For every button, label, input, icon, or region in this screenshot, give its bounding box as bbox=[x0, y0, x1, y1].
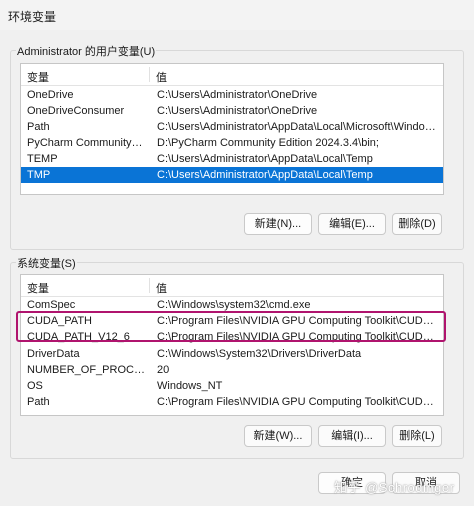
user-header-name[interactable]: 变量 bbox=[27, 69, 49, 85]
user-new-button[interactable]: 新建(N)... bbox=[244, 213, 312, 235]
table-row[interactable]: TEMP C:\Users\Administrator\AppData\Loca… bbox=[21, 151, 443, 167]
system-delete-button[interactable]: 删除(L) bbox=[392, 425, 442, 447]
row-value: C:\Windows\System32\Drivers\DriverData bbox=[157, 348, 362, 360]
table-row[interactable]: CUDA_PATH_V12_6 C:\Program Files\NVIDIA … bbox=[21, 329, 443, 345]
row-value: D:\PyCharm Community Edition 2024.3.4\bi… bbox=[157, 137, 379, 149]
table-row[interactable]: PyCharm Community Editi... D:\PyCharm Co… bbox=[21, 135, 443, 151]
row-value: C:\Users\Administrator\OneDrive bbox=[157, 89, 318, 101]
system-variables-list[interactable]: 变量 值 ComSpec C:\Windows\system32\cmd.exe… bbox=[20, 274, 444, 416]
row-value: Windows_NT bbox=[157, 380, 223, 392]
table-row[interactable]: CUDA_PATH C:\Program Files\NVIDIA GPU Co… bbox=[21, 313, 443, 329]
system-list-header: 变量 值 bbox=[21, 275, 443, 297]
system-variables-legend: 系统变量(S) bbox=[16, 255, 77, 271]
system-new-button[interactable]: 新建(W)... bbox=[244, 425, 312, 447]
system-edit-button[interactable]: 编辑(I)... bbox=[318, 425, 386, 447]
row-name: OneDrive bbox=[27, 89, 74, 101]
table-row[interactable]: ComSpec C:\Windows\system32\cmd.exe bbox=[21, 297, 443, 313]
table-row[interactable]: Path C:\Program Files\NVIDIA GPU Computi… bbox=[21, 394, 443, 410]
row-name: PyCharm Community Editi... bbox=[27, 137, 145, 149]
row-value: C:\Program Files\NVIDIA GPU Computing To… bbox=[157, 315, 439, 327]
table-row[interactable]: DriverData C:\Windows\System32\Drivers\D… bbox=[21, 346, 443, 362]
row-name: NUMBER_OF_PROCESSORS bbox=[27, 364, 145, 376]
table-row[interactable]: OS Windows_NT bbox=[21, 378, 443, 394]
user-edit-button[interactable]: 编辑(E)... bbox=[318, 213, 386, 235]
column-divider[interactable] bbox=[149, 67, 150, 82]
table-row-selected[interactable]: TMP C:\Users\Administrator\AppData\Local… bbox=[21, 167, 443, 183]
row-name: OneDriveConsumer bbox=[27, 105, 125, 117]
row-value: C:\Users\Administrator\AppData\Local\Tem… bbox=[157, 169, 373, 181]
row-name: OS bbox=[27, 380, 43, 392]
title-bar: 环境变量 bbox=[0, 0, 474, 30]
user-list-header: 变量 值 bbox=[21, 64, 443, 86]
table-row[interactable]: Path C:\Users\Administrator\AppData\Loca… bbox=[21, 119, 443, 135]
row-name: TMP bbox=[27, 169, 51, 181]
row-value: C:\Windows\system32\cmd.exe bbox=[157, 299, 311, 311]
watermark: 知乎 @Schrodinger bbox=[334, 480, 455, 495]
row-value: C:\Users\Administrator\AppData\Local\Tem… bbox=[157, 153, 373, 165]
user-variables-list[interactable]: 变量 值 OneDrive C:\Users\Administrator\One… bbox=[20, 63, 444, 195]
row-value: C:\Users\Administrator\OneDrive bbox=[157, 105, 318, 117]
user-delete-button[interactable]: 删除(D) bbox=[392, 213, 442, 235]
row-name: CUDA_PATH_V12_6 bbox=[27, 331, 130, 343]
row-value: C:\Users\Administrator\AppData\Local\Mic… bbox=[157, 121, 439, 133]
table-row[interactable]: OneDrive C:\Users\Administrator\OneDrive bbox=[21, 87, 443, 103]
row-name: CUDA_PATH bbox=[27, 315, 92, 327]
row-name: TEMP bbox=[27, 153, 58, 165]
row-value: 20 bbox=[157, 364, 170, 376]
row-name: Path bbox=[27, 396, 50, 408]
system-header-value[interactable]: 值 bbox=[156, 280, 167, 296]
row-name: Path bbox=[27, 121, 50, 133]
row-value: C:\Program Files\NVIDIA GPU Computing To… bbox=[157, 396, 439, 408]
window-title: 环境变量 bbox=[8, 10, 57, 24]
row-value: C:\Program Files\NVIDIA GPU Computing To… bbox=[157, 331, 439, 343]
table-row[interactable]: OneDriveConsumer C:\Users\Administrator\… bbox=[21, 103, 443, 119]
user-variables-legend: Administrator 的用户变量(U) bbox=[16, 43, 157, 59]
row-name: ComSpec bbox=[27, 299, 76, 311]
user-header-value[interactable]: 值 bbox=[156, 69, 167, 85]
table-row[interactable]: NUMBER_OF_PROCESSORS 20 bbox=[21, 362, 443, 378]
system-header-name[interactable]: 变量 bbox=[27, 280, 49, 296]
row-name: DriverData bbox=[27, 348, 80, 360]
column-divider[interactable] bbox=[149, 278, 150, 293]
